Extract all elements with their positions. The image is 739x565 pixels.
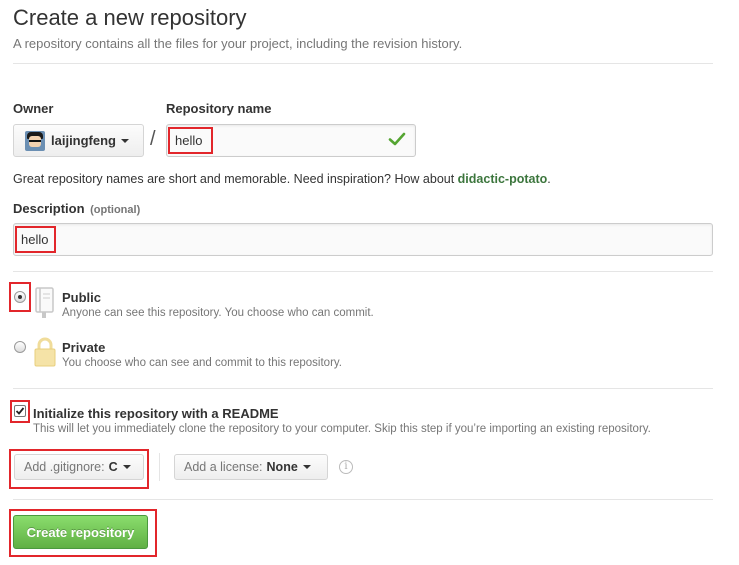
visibility-private-radio[interactable]: [14, 341, 26, 353]
chevron-down-icon: [121, 138, 129, 143]
readme-checkbox[interactable]: [14, 405, 26, 417]
repository-name-label: Repository name: [166, 101, 272, 116]
owner-dropdown[interactable]: laijingfeng: [13, 124, 144, 157]
lock-icon: [34, 337, 56, 367]
divider: [13, 271, 713, 272]
chevron-down-icon: [122, 465, 131, 469]
license-dropdown[interactable]: Add a license: None: [174, 454, 328, 480]
divider: [159, 453, 160, 481]
owner-label: Owner: [13, 101, 54, 116]
name-suggestion[interactable]: didactic-potato: [458, 172, 548, 186]
book-icon: [35, 287, 54, 318]
visibility-public-note: Anyone can see this repository. You choo…: [62, 307, 374, 319]
visibility-private-title[interactable]: Private: [62, 340, 105, 355]
checkmark-icon: [15, 407, 25, 415]
create-repository-button[interactable]: Create repository: [13, 515, 148, 549]
readme-note: This will let you immediately clone the …: [33, 423, 651, 435]
description-value: hello: [21, 232, 49, 247]
check-icon: [388, 132, 406, 146]
chevron-down-icon: [302, 465, 311, 469]
owner-repo-separator: /: [150, 128, 156, 150]
divider: [13, 388, 713, 389]
page-subtitle: A repository contains all the files for …: [13, 36, 463, 51]
description-input[interactable]: hello: [13, 223, 713, 256]
visibility-public-radio[interactable]: [14, 291, 26, 303]
page-title: Create a new repository: [13, 5, 247, 30]
license-value: None: [266, 460, 298, 474]
repository-name-hint: Great repository names are short and mem…: [13, 172, 551, 186]
gitignore-value: C: [108, 460, 118, 474]
repository-name-input[interactable]: hello: [166, 124, 416, 157]
gitignore-dropdown[interactable]: Add .gitignore: C: [14, 454, 144, 480]
repository-name-value: hello: [175, 133, 203, 148]
owner-name: laijingfeng: [51, 133, 116, 148]
optional-label: (optional): [90, 204, 141, 216]
divider: [13, 63, 713, 64]
avatar: [25, 130, 45, 151]
visibility-private-note: You choose who can see and commit to thi…: [62, 357, 342, 369]
visibility-public-title[interactable]: Public: [62, 290, 101, 305]
description-label: Description (optional): [13, 201, 141, 216]
divider: [13, 499, 713, 500]
readme-title[interactable]: Initialize this repository with a README: [33, 406, 279, 421]
info-icon[interactable]: i: [339, 460, 353, 474]
